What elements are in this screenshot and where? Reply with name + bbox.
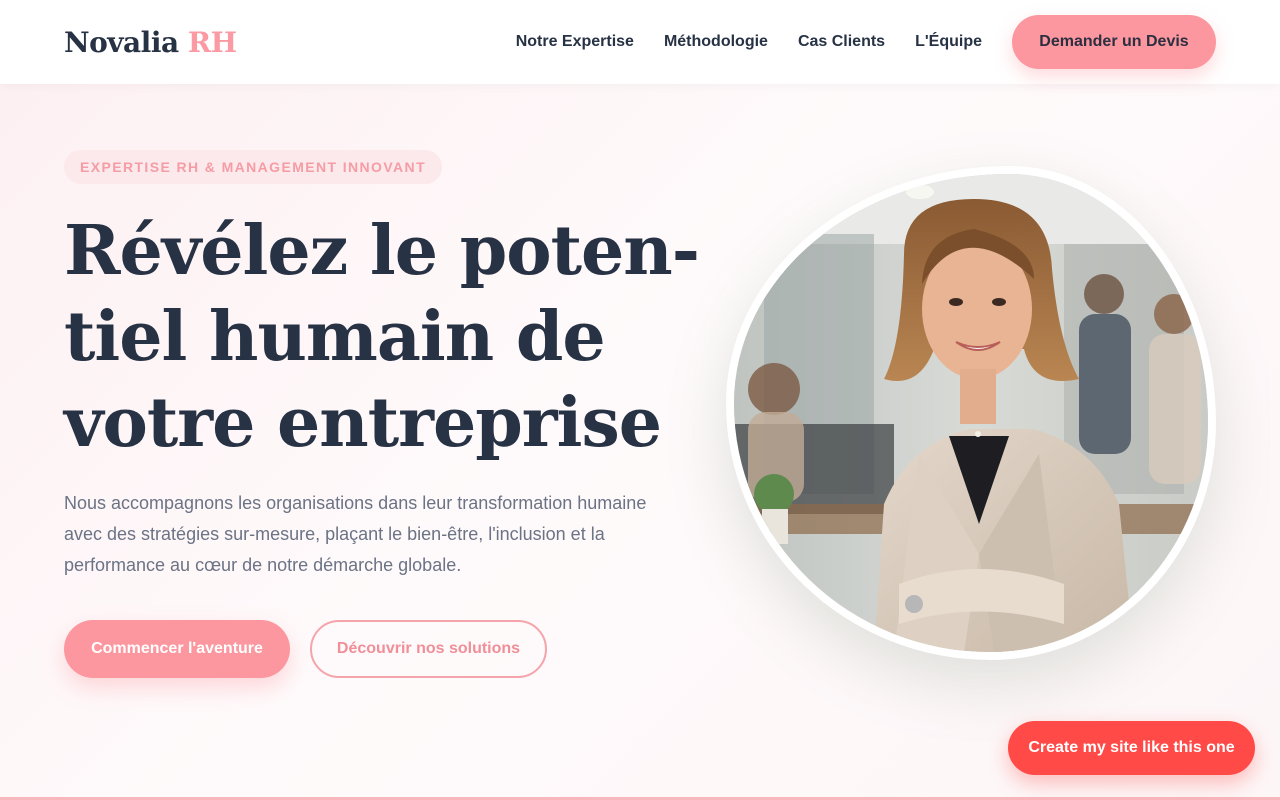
main-nav: Notre Expertise Méthodologie Cas Clients… xyxy=(516,15,1216,69)
hero-lead-text: Nous accompagnons les organisations dans… xyxy=(64,493,647,575)
hero-headline-line-2: tiel humain de xyxy=(64,297,606,377)
hero-headline-line-1: Révélez le poten- xyxy=(64,211,700,291)
hero-headline: Révélez le poten- tiel humain de votre e… xyxy=(64,208,700,466)
nav-link-expertise[interactable]: Notre Expertise xyxy=(516,33,634,51)
request-quote-button[interactable]: Demander un Devis xyxy=(1012,15,1216,69)
hero-badge: EXPERTISE RH & MANAGEMENT INNOVANT xyxy=(64,150,443,184)
create-site-floating-button[interactable]: Create my site like this one xyxy=(1008,721,1255,775)
site-header: Novalia RH Notre Expertise Méthodologie … xyxy=(0,0,1280,84)
logo-main: Novalia xyxy=(64,25,179,59)
start-adventure-button[interactable]: Commencer l'aventure xyxy=(64,620,290,678)
hero-photo-woman-portrait xyxy=(734,174,1208,652)
hero-photo-frame xyxy=(726,166,1216,660)
discover-solutions-button[interactable]: Découvrir nos solutions xyxy=(310,620,547,678)
nav-link-methodologie[interactable]: Méthodologie xyxy=(664,33,768,51)
hero-section: EXPERTISE RH & MANAGEMENT INNOVANT Révél… xyxy=(0,84,1280,798)
nav-link-equipe[interactable]: L'Équipe xyxy=(915,33,982,51)
logo[interactable]: Novalia RH xyxy=(64,26,237,59)
nav-link-cas-clients[interactable]: Cas Clients xyxy=(798,33,885,51)
hero-headline-line-3: votre entreprise xyxy=(64,383,662,463)
portrait-illustration xyxy=(734,174,1208,652)
logo-accent: RH xyxy=(187,25,237,59)
